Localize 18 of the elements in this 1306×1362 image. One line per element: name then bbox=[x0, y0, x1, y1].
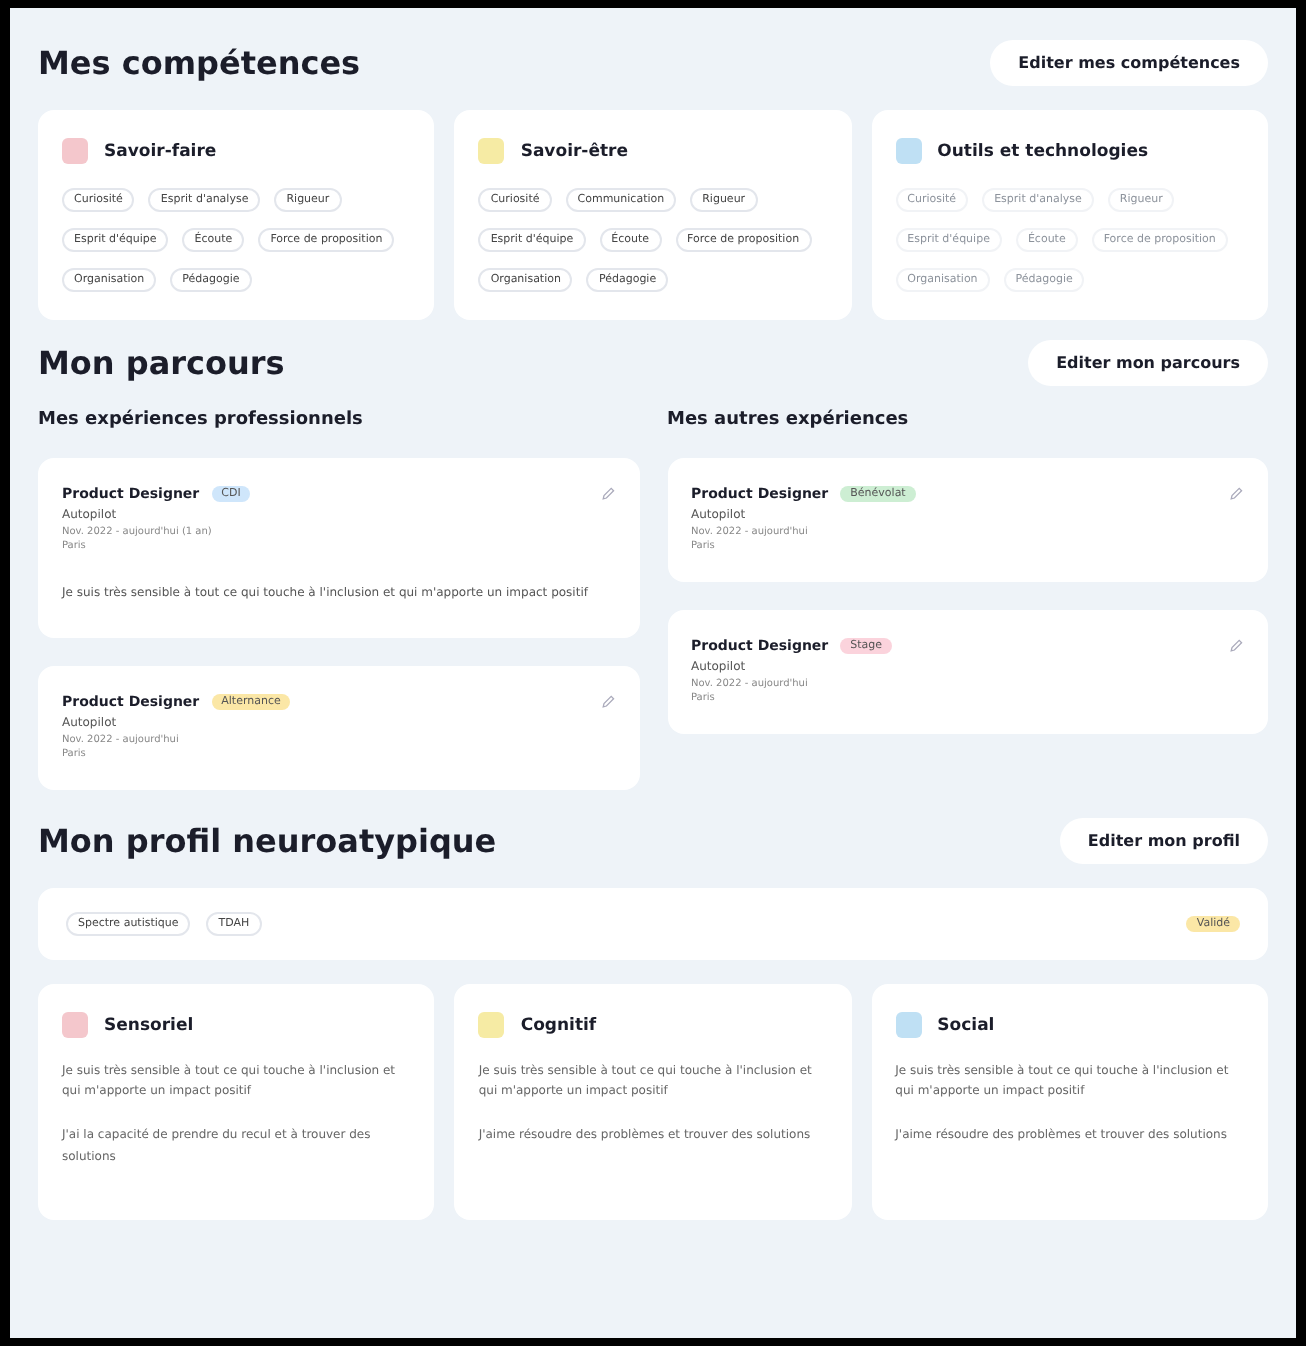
edit-icon[interactable] bbox=[599, 694, 615, 710]
card-title: Outils et technologies bbox=[937, 141, 1149, 161]
edit-button[interactable]: Editer mon parcours bbox=[1028, 340, 1268, 386]
edit-icon[interactable] bbox=[1228, 486, 1244, 502]
card-title: Savoir-être bbox=[520, 141, 628, 161]
column-title: Mes expériences professionnels bbox=[38, 410, 365, 430]
edit-button[interactable]: Editer mon profil bbox=[1059, 818, 1268, 864]
edit-icon[interactable] bbox=[599, 486, 615, 502]
card-title: Cognitif bbox=[520, 1015, 597, 1035]
card-title: Social bbox=[937, 1015, 995, 1035]
card-title: Savoir-faire bbox=[104, 141, 217, 161]
edit-icon[interactable] bbox=[1228, 638, 1244, 654]
section-title: Mon profil neuroatypique bbox=[38, 822, 497, 860]
section-title: Mon parcours bbox=[38, 344, 285, 382]
column-title: Mes autres expériences bbox=[667, 410, 911, 430]
card-title: Sensoriel bbox=[104, 1015, 194, 1035]
edit-button[interactable]: Editer mes compétences bbox=[990, 40, 1268, 86]
section-title: Mes compétences bbox=[38, 44, 361, 82]
